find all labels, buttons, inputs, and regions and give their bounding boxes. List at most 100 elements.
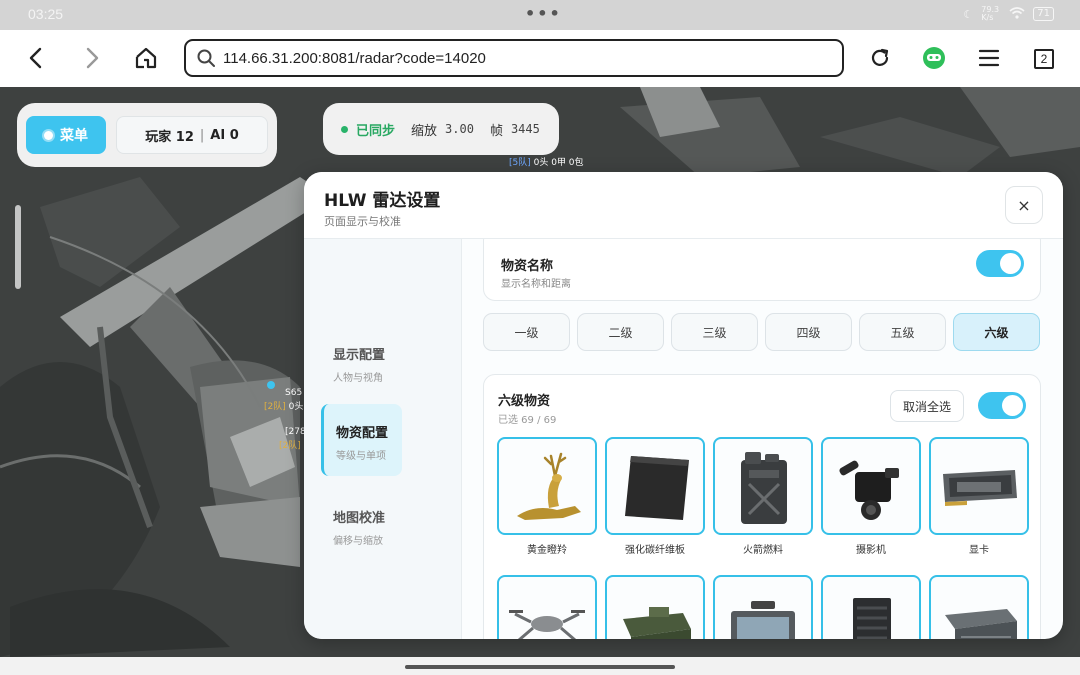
home-button[interactable] [130,42,162,74]
loot-item[interactable]: 显卡 [929,437,1029,556]
sync-status-panel: 已同步 缩放 3.00 帧 3445 [323,103,559,155]
gpu-icon [943,470,1017,506]
loot-item[interactable] [929,575,1029,639]
items-card-title: 六级物资 [498,394,551,409]
back-button[interactable] [20,42,52,74]
loot-item-name: 火箭燃料 [743,545,783,556]
sidebar-item-display[interactable]: 显示配置 人物与视角 [321,326,402,398]
loot-item-tile[interactable] [497,575,597,639]
settings-content[interactable]: 物资名称 显示名称和距离 一级 二级 三级 四级 五级 六级 六级物资 已选 6… [463,239,1063,639]
home-indicator[interactable] [405,665,675,669]
tab-level-1[interactable]: 一级 [483,313,570,351]
toggle-knob [1002,395,1023,416]
status-icons: ☾ 79.3 K/s 71 [963,6,1054,22]
loot-item[interactable]: 强化碳纤维板 [605,437,705,556]
status-time: 03:25 [28,6,64,22]
map-player-label: [5队] 0头 0甲 0包 [509,158,584,168]
top-control-panel: 菜单 玩家 12 | AI 0 [17,103,277,167]
map-player-label: [2队] 0头 [264,402,304,412]
player-count-pill: 玩家 12 | AI 0 [116,116,268,154]
status-bar: 03:25 ••• ☾ 79.3 K/s 71 [0,0,1080,30]
sidebar-item-sublabel: 等级与单项 [336,451,386,462]
left-scrollbar[interactable] [15,205,21,289]
sidebar-item-map-calibration[interactable]: 地图校准 偏移与缩放 [321,489,402,561]
sidebar-item-loot[interactable]: 物资配置 等级与单项 [321,404,402,476]
chevron-right-icon [86,47,99,69]
tab-level-6[interactable]: 六级 [953,313,1040,351]
sidebar-item-label: 物资配置 [336,426,389,441]
frame-value: 3445 [510,122,540,136]
loot-item-name: 显卡 [969,545,989,556]
sidebar-item-sublabel: 偏移与缩放 [333,536,383,547]
reload-icon [871,48,889,66]
loot-name-card: 物资名称 显示名称和距离 [483,239,1041,301]
forward-button[interactable] [76,42,108,74]
settings-sidebar: 显示配置 人物与视角 物资配置 等级与单项 地图校准 偏移与缩放 [304,239,462,639]
tab-level-5[interactable]: 五级 [859,313,946,351]
player-count: 玩家 12 [145,129,194,145]
menu-button[interactable] [973,42,1005,74]
sync-dot-icon [341,125,348,133]
hamburger-icon [978,49,1000,67]
gesture-bar [0,657,1080,675]
toggle-knob [1000,253,1021,274]
moon-icon: ☾ [963,7,974,21]
net-speed: 79.3 K/s [981,5,1000,22]
zoom-value: 3.00 [445,122,474,136]
search-icon [197,49,215,67]
map-player-label: S65 [285,388,303,398]
loot-name-title: 物资名称 [501,259,554,274]
loot-item-tile[interactable] [929,437,1029,535]
loot-item-tile[interactable] [713,437,813,535]
carbon-plate-icon [625,456,689,520]
loot-item-tile[interactable] [821,437,921,535]
loot-item[interactable]: 火箭燃料 [713,437,813,556]
loot-item[interactable] [821,575,921,639]
loot-name-toggle[interactable] [976,250,1024,277]
frame-label: 帧 [489,123,503,139]
tab-level-3[interactable]: 三级 [671,313,758,351]
camera-icon [839,460,899,520]
pill-separator: | [199,127,205,143]
level-tabs: 一级 二级 三级 四级 五级 六级 [483,313,1041,351]
sync-status: 已同步 [356,123,396,139]
chevron-left-icon [29,47,42,69]
extension-button[interactable] [918,42,950,74]
url-bar[interactable]: 114.66.31.200:8081/radar?code=14020 [184,39,844,77]
reload-button[interactable] [864,42,896,74]
fuel-can-icon [741,452,787,524]
loot-item[interactable]: 黄金瞪羚 [497,437,597,556]
ai-count: AI 0 [210,127,239,143]
server-icon [853,598,891,639]
tab-count-button[interactable]: 2 [1034,49,1054,69]
tab-level-2[interactable]: 二级 [577,313,664,351]
laptop-case-icon [731,601,795,639]
loot-item-tile[interactable] [605,575,705,639]
loot-item[interactable] [497,575,597,639]
status-dot-icon [44,130,53,140]
loot-item[interactable]: 摄影机 [821,437,921,556]
loot-item[interactable] [713,575,813,639]
dialog-header: HLW 雷达设置 页面显示与校准 × [304,172,1063,239]
deselect-all-button[interactable]: 取消全选 [890,390,964,422]
battery-icon: 71 [1033,7,1054,21]
level-6-toggle[interactable] [978,392,1026,419]
loot-item-tile[interactable] [713,575,813,639]
dialog-subtitle: 页面显示与校准 [324,215,401,228]
gazelle-icon [517,452,581,520]
extension-face-icon [923,47,945,69]
tab-level-4[interactable]: 四级 [765,313,852,351]
sidebar-item-sublabel: 人物与视角 [333,373,383,384]
loot-item-tile[interactable] [821,575,921,639]
wifi-icon [1009,6,1025,22]
zoom-label: 缩放 [411,123,438,139]
more-dots-icon[interactable]: ••• [525,4,562,23]
loot-item-tile[interactable] [605,437,705,535]
close-button[interactable]: × [1005,186,1043,224]
loot-item[interactable] [605,575,705,639]
loot-item-tile[interactable] [497,437,597,535]
loot-item-name: 强化碳纤维板 [625,545,685,556]
sidebar-item-label: 地图校准 [333,511,386,526]
loot-item-tile[interactable] [929,575,1029,639]
menu-button-main[interactable]: 菜单 [26,116,106,154]
